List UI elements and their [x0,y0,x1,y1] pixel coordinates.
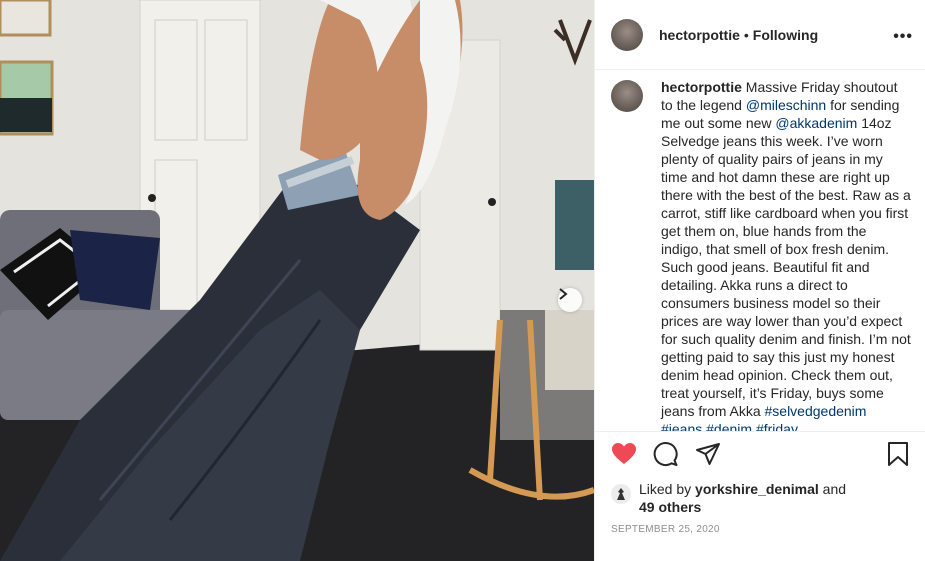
likes-summary: Liked by yorkshire_denimal and 49 others [611,480,909,516]
caption-body-3: 14oz Selvedge jeans this week. I’ve worn… [661,115,911,419]
caption-avatar[interactable] [611,80,643,112]
post-header: hectorpottie • Following ••• [595,0,925,70]
mention-link[interactable]: @akkadenim [775,115,857,131]
liker-username[interactable]: yorkshire_denimal [695,481,819,497]
post-sidebar: hectorpottie • Following ••• hectorpotti… [594,0,925,561]
following-button[interactable]: Following [753,27,818,43]
post-photo[interactable] [0,0,594,561]
post-date[interactable]: SEPTEMBER 25, 2020 [611,524,909,535]
photo-scene [0,0,594,561]
caption-comment: hectorpottie Massive Friday shoutout to … [611,78,911,431]
share-icon[interactable] [695,442,721,471]
chevron-right-icon [559,288,568,300]
author-avatar[interactable] [611,18,643,51]
liker-avatar[interactable] [611,484,631,504]
likes-others-link[interactable]: 49 others [639,499,701,515]
caption-username[interactable]: hectorpottie [661,79,742,95]
separator-dot: • [743,26,749,43]
more-options-icon[interactable]: ••• [893,28,913,46]
post-modal: hectorpottie • Following ••• hectorpotti… [0,0,925,561]
liked-by-label: Liked by [639,481,696,497]
likes-text: Liked by yorkshire_denimal and 49 others [639,480,846,516]
likes-and: and [818,481,847,497]
next-photo-button[interactable] [558,288,582,312]
comment-icon[interactable] [653,441,679,472]
comments-section[interactable]: hectorpottie Massive Friday shoutout to … [595,70,925,431]
caption-text: hectorpottie Massive Friday shoutout to … [661,78,911,431]
author-username[interactable]: hectorpottie [659,27,740,43]
action-bar [611,432,909,480]
heart-icon[interactable] [611,442,637,471]
mention-link[interactable]: @mileschinn [746,97,826,113]
post-actions-area: Liked by yorkshire_denimal and 49 others… [595,431,925,561]
bookmark-icon[interactable] [887,441,909,472]
